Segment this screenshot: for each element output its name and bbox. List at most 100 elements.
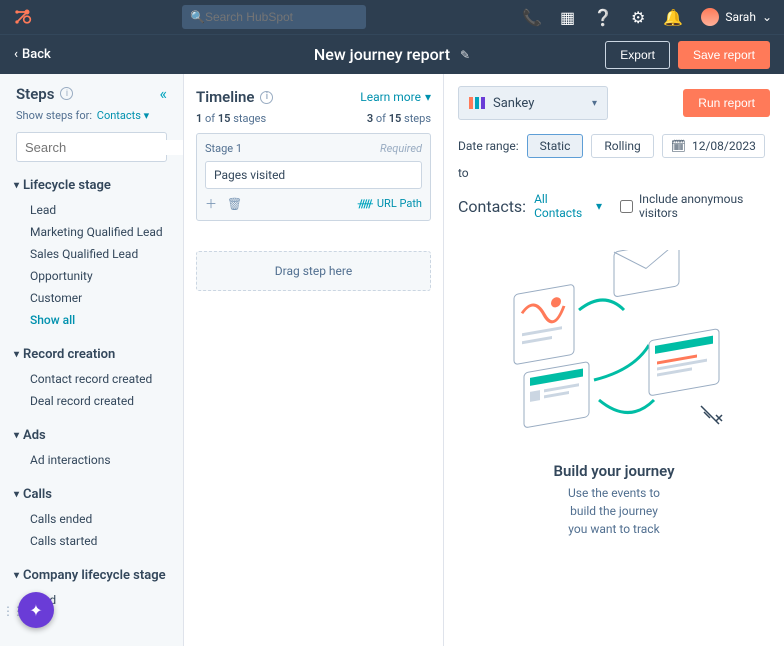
chevron-down-icon: ▾ [592,98,597,109]
include-anonymous-checkbox[interactable]: Include anonymous visitors [620,192,770,220]
show-all-link[interactable]: Show all [0,309,183,331]
section-head[interactable]: ▾ Lifecycle stage [0,174,183,197]
global-search-input[interactable] [205,10,360,24]
learn-more-link[interactable]: Learn more ▾ [360,90,431,104]
caret-down-icon: ▾ [14,430,19,441]
step-item[interactable]: Sales Qualified Lead [0,243,183,265]
show-for-value: Contacts [97,109,141,122]
contacts-label: Contacts: [458,197,526,216]
show-for-label: Show steps for: [16,109,92,122]
section-title: Lifecycle stage [23,178,111,193]
section-ads: ▾ Ads Ad interactions [0,422,183,481]
global-search[interactable]: 🔍 [182,5,366,29]
steps-search[interactable]: 🔍 [16,132,167,162]
chart-type-select[interactable]: Sankey ▾ [458,86,608,120]
contacts-filter[interactable]: All Contacts ▾ [534,192,602,220]
url-path-property[interactable]: ᚏ URL Path [358,197,422,210]
step-item[interactable]: Marketing Qualified Lead [0,221,183,243]
journey-illustration [484,250,744,450]
notifications-icon[interactable]: 🔔 [663,8,683,27]
stages-count: 1 of 15 stages [196,112,266,125]
page-title: New journey report ✎ [314,45,470,64]
date-range-label: Date range: [458,139,519,153]
delete-step-icon[interactable]: 🗑 [227,197,242,211]
caret-down-icon: ▾ [14,489,19,500]
section-head[interactable]: ▾ Record creation [0,343,183,366]
step-item[interactable]: Lead [0,199,183,221]
marketplace-icon[interactable]: ▦ [560,8,575,27]
section-title: Ads [23,428,46,443]
page-header: ‹ Back New journey report ✎ Export Save … [0,34,784,74]
stage-field[interactable]: Pages visited [205,161,422,189]
caret-down-icon: ▾ [14,180,19,191]
section-title: Calls [23,487,52,502]
date-to-label: to [458,166,469,180]
section-record-creation: ▾Record creation Contact record created … [0,341,183,422]
section-head[interactable]: ▾ Ads [0,424,183,447]
section-title: Record creation [23,347,115,362]
chevron-down-icon: ⌄ [762,10,772,24]
timeline-title: Timeline [196,88,254,106]
settings-icon[interactable]: ⚙ [631,8,645,27]
export-button[interactable]: Export [605,41,670,69]
report-canvas: Sankey ▾ Run report Date range: Static R… [444,74,784,646]
hubspot-logo-icon [12,7,32,27]
step-item[interactable]: Ad interactions [0,449,183,471]
date-from-input[interactable]: 🗓 12/08/2023 [662,134,765,158]
chevron-down-icon: ▾ [596,199,602,213]
rolling-pill[interactable]: Rolling [591,134,653,158]
collapse-panel-icon[interactable]: « [159,84,167,103]
include-anon-input[interactable] [620,200,633,213]
back-label: Back [22,47,51,62]
property-label: URL Path [377,197,422,210]
edit-title-icon[interactable]: ✎ [460,48,470,62]
chevron-down-icon: ▾ [144,109,150,122]
stage-card: Stage 1 Required Pages visited ＋ 🗑 ᚏURL … [196,133,431,221]
step-item[interactable]: Opportunity [0,265,183,287]
section-title: Company lifecycle stage [23,568,166,583]
step-item[interactable]: Calls ended [0,508,183,530]
search-icon: 🔍 [190,10,205,24]
caret-down-icon: ▾ [14,349,19,360]
step-item[interactable]: Customer [0,287,183,309]
filter-icon: ᚏ [358,197,373,210]
top-nav: 🔍 📞 ▦ ❔ ⚙ 🔔 Sarah ⌄ [0,0,784,34]
add-step-icon[interactable]: ＋ [205,195,217,212]
help-icon[interactable]: ❔ [593,8,613,27]
phone-icon[interactable]: 📞 [522,8,542,27]
empty-state-text: Use the events to build the journey you … [568,484,660,538]
step-item[interactable]: Contact record created [0,368,183,390]
steps-search-input[interactable] [25,140,184,155]
show-for-contacts-link[interactable]: Contacts ▾ [97,109,149,122]
empty-state-title: Build your journey [553,462,674,480]
drag-step-zone[interactable]: Drag step here [196,251,431,291]
section-lifecycle-stage: ▾ Lifecycle stage Lead Marketing Qualifie… [0,172,183,341]
help-fab[interactable]: ✦ [18,592,54,628]
step-item[interactable]: Deal record created [0,390,183,412]
steps-panel: Steps i « Show steps for: Contacts ▾ 🔍 ▾… [0,74,184,646]
step-item[interactable]: Calls started [0,530,183,552]
steps-count: 3 of 15 steps [367,112,431,125]
section-calls: ▾ Calls Calls ended Calls started [0,481,183,562]
info-icon[interactable]: i [260,91,273,104]
include-anon-label: Include anonymous visitors [639,192,770,220]
avatar [701,8,719,26]
date-value: 12/08/2023 [692,139,756,153]
title-text: New journey report [314,45,450,64]
chevron-left-icon: ‹ [14,47,18,62]
info-icon[interactable]: i [60,87,73,100]
run-report-button[interactable]: Run report [683,89,770,117]
chart-type-label: Sankey [493,96,534,111]
timeline-panel: Timeline i Learn more ▾ 1 of 15 stages 3 … [184,74,444,646]
learn-more-label: Learn more [360,90,421,104]
required-badge: Required [380,142,422,155]
back-button[interactable]: ‹ Back [14,47,51,62]
section-head[interactable]: ▾Company lifecycle stage [0,564,183,587]
section-head[interactable]: ▾ Calls [0,483,183,506]
user-menu[interactable]: Sarah ⌄ [701,8,772,26]
save-report-button[interactable]: Save report [678,41,770,69]
contacts-value: All Contacts [534,192,592,220]
calendar-icon: 🗓 [671,139,686,153]
static-pill[interactable]: Static [527,134,584,158]
chevron-down-icon: ▾ [425,90,431,104]
